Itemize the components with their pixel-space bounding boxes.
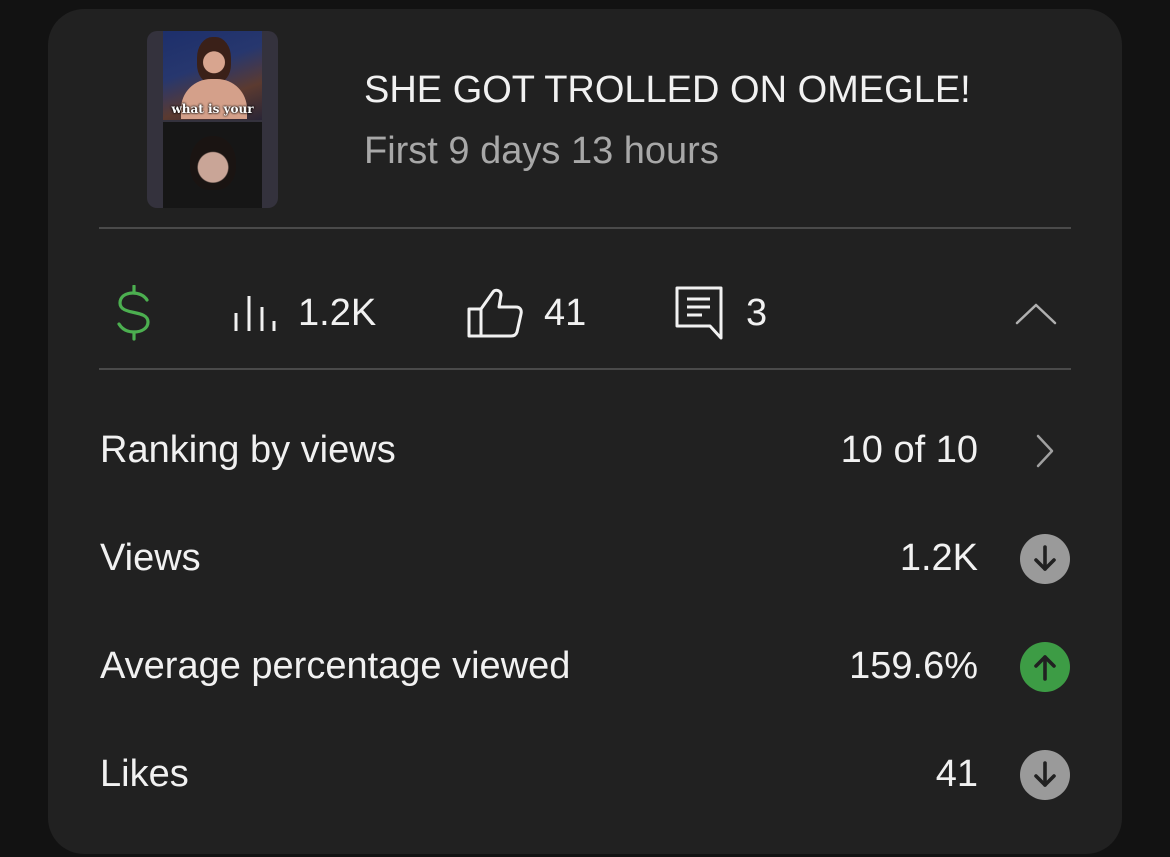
ranking-label: Ranking by views: [100, 429, 396, 471]
likes-count: 41: [544, 291, 587, 334]
dollar-icon: [117, 285, 150, 341]
thumbnail-person-2: [190, 136, 236, 190]
views-value: 1.2K: [899, 537, 978, 579]
bar-chart-icon: [234, 296, 276, 331]
arrow-down-circle-icon: [1020, 750, 1070, 800]
ranking-row[interactable]: Ranking by views 10 of 10: [100, 420, 1070, 480]
arrow-down-circle-icon: [1020, 534, 1070, 584]
thumbnail-caption: what is your: [171, 102, 254, 116]
divider-bottom: [99, 368, 1071, 370]
views-row: Views 1.2K: [100, 528, 1070, 588]
thumbnail-person-1: [197, 37, 231, 83]
comment-icon: [675, 286, 723, 340]
monetization-indicator[interactable]: [114, 285, 154, 341]
ranking-value: 10 of 10: [840, 429, 978, 471]
views-trend: [1020, 534, 1070, 584]
comments-metric[interactable]: 3: [674, 285, 767, 341]
avg-percentage-row: Average percentage viewed 159.6%: [100, 636, 1070, 696]
views-count: 1.2K: [298, 291, 377, 334]
views-label: Views: [100, 537, 201, 579]
thumbnail-bottom-frame: [163, 122, 262, 208]
comments-count: 3: [746, 291, 768, 334]
ranking-trail: [1020, 426, 1070, 476]
likes-trend: [1020, 750, 1070, 800]
likes-value: 41: [935, 753, 978, 795]
views-metric[interactable]: 1.2K: [232, 285, 376, 341]
video-title[interactable]: SHE GOT TROLLED ON OMEGLE!: [364, 69, 971, 112]
avg-percentage-value: 159.6%: [849, 645, 978, 687]
avg-percentage-label: Average percentage viewed: [100, 645, 571, 687]
arrow-up-circle-icon: [1020, 642, 1070, 692]
likes-metric[interactable]: 41: [466, 285, 586, 341]
likes-row: Likes 41: [100, 744, 1070, 804]
avg-percentage-trend: [1020, 642, 1070, 692]
video-analytics-card: what is your SHE GOT TROLLED ON OMEGLE! …: [48, 9, 1122, 854]
chevron-right-icon: [1036, 434, 1054, 468]
likes-label: Likes: [100, 753, 189, 795]
video-thumbnail[interactable]: what is your: [147, 31, 278, 208]
chevron-up-icon: [1015, 303, 1057, 325]
divider-top: [99, 227, 1071, 229]
thumbs-up-icon: [467, 288, 523, 338]
collapse-button[interactable]: [1015, 285, 1057, 341]
time-period: First 9 days 13 hours: [364, 130, 719, 172]
